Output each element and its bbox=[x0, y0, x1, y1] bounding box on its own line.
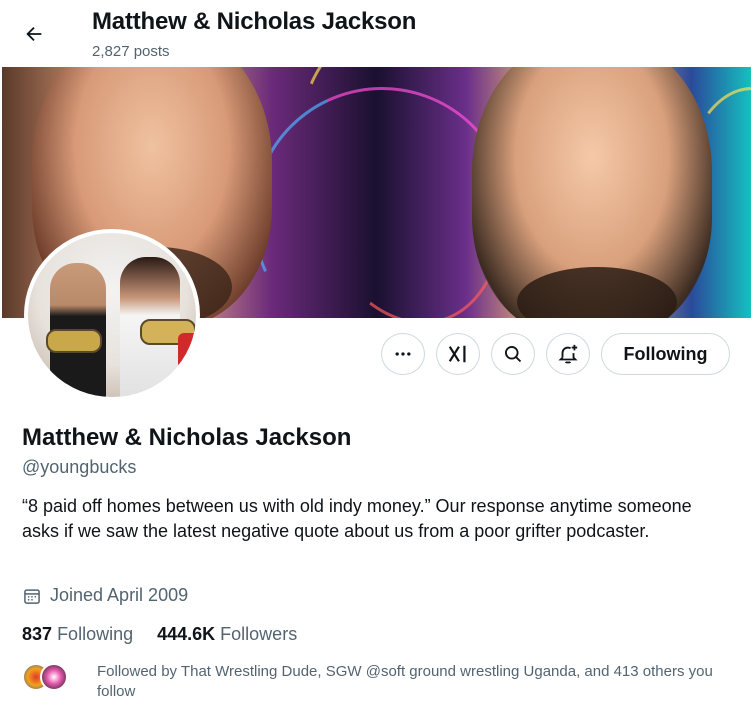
grok-button[interactable] bbox=[436, 333, 480, 375]
followed-by-link[interactable]: Followed by That Wrestling Dude, SGW @so… bbox=[22, 662, 717, 702]
grok-icon bbox=[448, 345, 466, 363]
joined-date: Joined April 2009 bbox=[22, 585, 188, 606]
profile-bio: “8 paid off homes between us with old in… bbox=[22, 496, 692, 541]
profile-stats: 837 Following 444.6K Followers bbox=[22, 624, 297, 645]
arrow-left-icon bbox=[26, 26, 42, 42]
profile-avatar[interactable] bbox=[24, 229, 200, 401]
ellipsis-icon bbox=[395, 352, 411, 356]
header-title: Matthew & Nicholas Jackson bbox=[92, 8, 417, 35]
followers-count: 444.6K bbox=[157, 624, 216, 644]
following-count-link[interactable]: 837 Following bbox=[22, 624, 133, 645]
search-icon bbox=[505, 346, 522, 363]
follower-avatar bbox=[40, 663, 68, 691]
followers-count-link[interactable]: 444.6K Followers bbox=[157, 624, 297, 645]
profile-header: Matthew & Nicholas Jackson 2,827 posts bbox=[0, 0, 755, 67]
follower-avatars bbox=[22, 663, 82, 693]
search-button[interactable] bbox=[491, 333, 535, 375]
followers-label: Followers bbox=[220, 624, 298, 644]
bell-plus-icon bbox=[558, 344, 578, 364]
more-button[interactable] bbox=[381, 333, 425, 375]
joined-text: Joined April 2009 bbox=[50, 585, 189, 605]
profile-handle: @youngbucks bbox=[22, 457, 137, 477]
followed-by-text: Followed by That Wrestling Dude, SGW @so… bbox=[97, 663, 713, 700]
calendar-icon bbox=[24, 588, 40, 604]
following-label: Following bbox=[57, 624, 134, 644]
following-count: 837 bbox=[22, 624, 53, 644]
notifications-button[interactable] bbox=[546, 333, 590, 375]
header-post-count: 2,827 posts bbox=[92, 43, 170, 60]
back-button[interactable] bbox=[16, 16, 52, 52]
following-button[interactable]: Following bbox=[601, 333, 730, 375]
profile-display-name: Matthew & Nicholas Jackson bbox=[22, 424, 352, 451]
